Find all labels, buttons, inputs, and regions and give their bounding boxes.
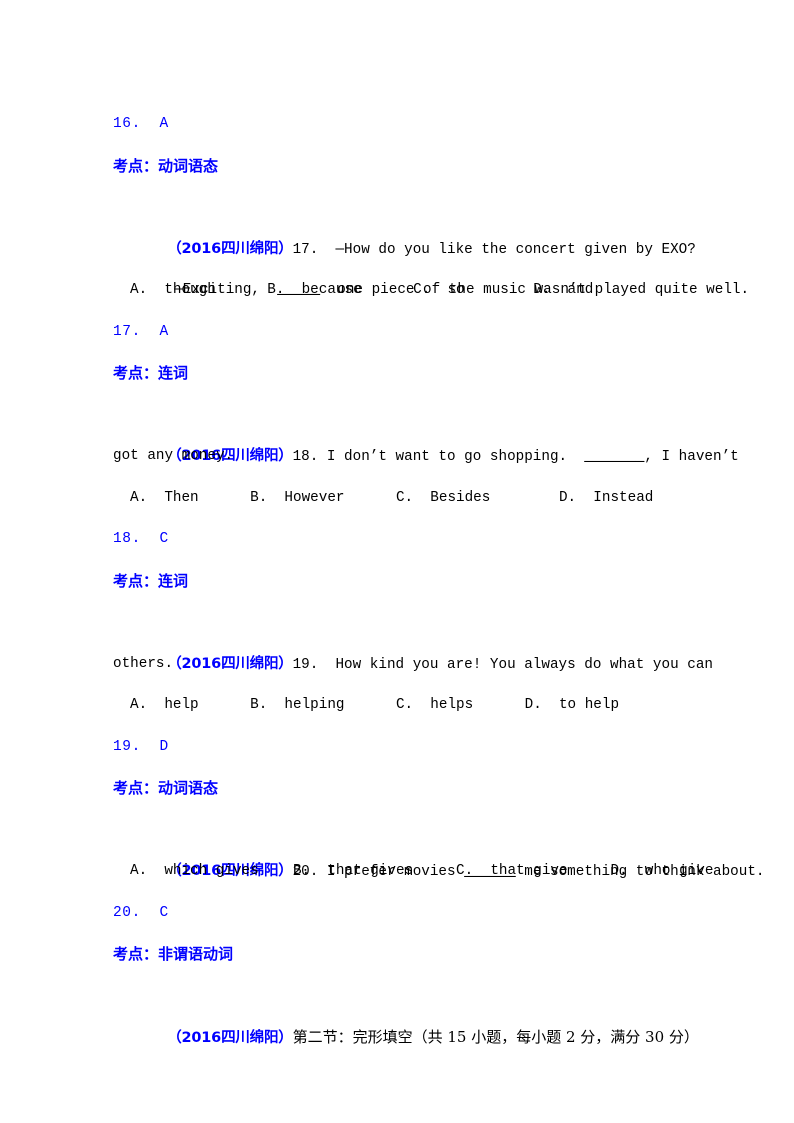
answer-line-20: 20. C [113, 904, 169, 921]
kaodian-heading-19: 考点：动词语态 [113, 779, 219, 797]
question-line-17: （2016四川绵阳）17. —How do you like the conce… [113, 187, 696, 258]
answer-line-19: 19. D [113, 738, 169, 755]
kaodian-heading-20: 考点：非谓语动词 [113, 945, 234, 963]
question-text-19: 19. How kind you are! You always do what… [292, 656, 713, 673]
kaodian-heading-16: 考点：动词语态 [113, 156, 219, 175]
document-page: 16. A 考点：动词语态 （2016四川绵阳）17. —How do you … [0, 0, 794, 1123]
section-heading-text: 第二节：完形填空（共 15 小题，每小题 2 分，满分 30 分） [292, 1028, 699, 1046]
answer-line-18: 18. C [113, 531, 169, 547]
answer-blank-18: _______ [584, 449, 645, 465]
source-tag-19: （2016四川绵阳） [167, 655, 293, 672]
document-content: 16. A 考点：动词语态 （2016四川绵阳）17. —How do you … [113, 104, 765, 1046]
question-text-18a: 18. I don’t want to go shopping. [292, 449, 568, 465]
answer-line-17: 17. A [113, 323, 169, 340]
question-line-20: （2016四川绵阳）20. I prefer movies ______ me … [113, 810, 764, 880]
answer-line-16: 16. A [113, 116, 169, 132]
options-row-19[interactable]: A. help B. helping C. helps D. to help [113, 685, 679, 727]
question-line-19: （2016四川绵阳）19. How kind you are! You alwa… [113, 602, 713, 673]
kaodian-heading-18: 考点：连词 [113, 571, 189, 590]
options-row-20[interactable]: A. which gives B. that gives C. that giv… [113, 851, 713, 893]
options-row-18[interactable]: A. Then B. However C. Besides D. Instead [113, 478, 679, 520]
question-text-17: 17. —How do you like the concert given b… [292, 241, 696, 258]
source-tag-17: （2016四川绵阳） [167, 240, 293, 257]
source-tag-section: （2016四川绵阳） [167, 1030, 293, 1046]
question-line-18: （2016四川绵阳）18. I don’t want to go shoppin… [113, 395, 739, 465]
question-text-18b: , I haven’t [644, 449, 739, 465]
kaodian-heading-17: 考点：连词 [113, 364, 189, 382]
section-heading-line: （2016四川绵阳）第二节：完形填空（共 15 小题，每小题 2 分，满分 30… [113, 976, 699, 1046]
